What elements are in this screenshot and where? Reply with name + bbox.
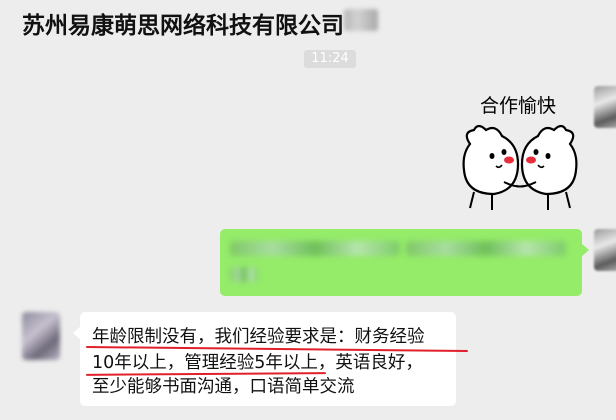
received-message-bubble[interactable]: 年龄限制没有，我们经验要求是：财务经验 10年以上，管理经验5年以上，英语良好，… — [73, 312, 468, 406]
chat-header: 苏州易康萌思网络科技有限公司 — [0, 0, 616, 40]
contact-avatar[interactable] — [22, 312, 60, 360]
redacted-text — [230, 267, 258, 282]
my-avatar[interactable] — [594, 229, 616, 271]
message-text-line: 年龄限制没有，我们经验要求是：财务经验 — [92, 327, 425, 347]
redacted-text — [406, 241, 566, 256]
sent-message-bubble[interactable] — [220, 229, 589, 296]
redacted-title-suffix — [344, 9, 378, 31]
sticker-image: 合作愉快 — [462, 95, 578, 210]
message-timestamp: 11:24 — [304, 50, 356, 68]
message-text-line: 至少能够书面沟通，口语简单交流 — [92, 377, 355, 397]
sticker-message[interactable]: 合作愉快 — [452, 86, 587, 216]
message-text-line: 10年以上，管理经验5年以上，英语良好， — [92, 353, 423, 373]
redacted-text — [230, 241, 400, 256]
sticker-caption: 合作愉快 — [480, 95, 556, 117]
my-avatar[interactable] — [594, 86, 616, 128]
chat-title: 苏州易康萌思网络科技有限公司 — [22, 13, 344, 39]
